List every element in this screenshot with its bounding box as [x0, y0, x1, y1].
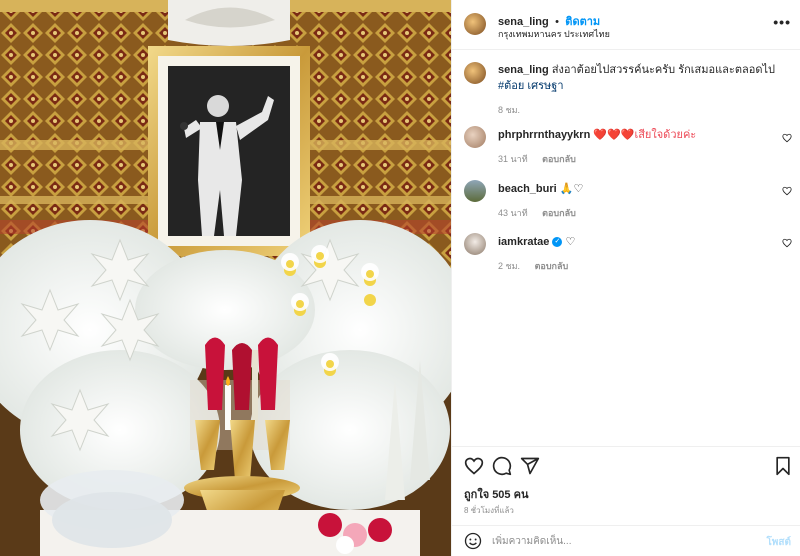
comment-username[interactable]: iamkratae — [498, 236, 549, 248]
post-actions: ถูกใจ 505 คน 8 ชั่วโมงที่แล้ว — [452, 446, 800, 531]
comment-meta: 2 ชม. ตอบกลับ — [498, 261, 569, 271]
comment-avatar[interactable] — [464, 180, 486, 202]
comment-text: ❤️❤️❤️เสียใจด้วยค่ะ — [593, 129, 697, 141]
post-header: sena_ling • ติดตาม กรุงเทพมหานคร ประเทศไ… — [452, 0, 800, 50]
comment-like-icon[interactable] — [782, 238, 792, 248]
reply-button[interactable]: ตอบกลับ — [542, 208, 576, 218]
comment-text: 🙏♡ — [559, 183, 584, 195]
comment-icon[interactable] — [492, 456, 512, 476]
memorial-altar-image — [0, 0, 451, 556]
comment-meta: 31 นาที ตอบกลับ — [498, 154, 576, 164]
post-caption: sena_ling ส่งอาต้อยไปสวรรค์นะครับ รักเสม… — [498, 62, 788, 118]
verified-badge-icon: ✓ — [552, 237, 563, 248]
emoji-icon[interactable] — [464, 532, 482, 550]
comment-item: phrphrrnthayykrn ❤️❤️❤️เสียใจด้วยค่ะ 31 … — [498, 128, 778, 166]
location-link[interactable]: กรุงเทพมหานคร ประเทศไทย — [498, 27, 610, 41]
comment-like-icon[interactable] — [782, 133, 792, 143]
reply-button[interactable]: ตอบกลับ — [542, 154, 576, 164]
caption-time: 8 ชม. — [498, 105, 521, 115]
comment-avatar[interactable] — [464, 233, 486, 255]
post-comment-button[interactable]: โพสต์ — [766, 535, 791, 550]
comment-avatar[interactable] — [464, 126, 486, 148]
reply-button[interactable]: ตอบกลับ — [535, 261, 569, 271]
bookmark-icon[interactable] — [773, 456, 793, 476]
comment-item: beach_buri 🙏♡ 43 นาที ตอบกลับ — [498, 182, 778, 220]
heart-icon[interactable] — [464, 456, 484, 476]
author-avatar[interactable] — [464, 13, 486, 35]
add-comment-bar: โพสต์ — [452, 525, 800, 556]
caption-text: ส่งอาต้อยไปสวรรค์นะครับ รักเสมอและตลอดไป — [551, 64, 775, 76]
comment-username[interactable]: phrphrrnthayykrn — [498, 129, 590, 141]
post-photo — [0, 0, 451, 556]
comment-input[interactable] — [492, 532, 742, 550]
post-side-panel: sena_ling • ติดตาม กรุงเทพมหานคร ประเทศไ… — [451, 0, 800, 556]
likes-count[interactable]: ถูกใจ 505 คน — [464, 485, 528, 503]
caption-hashtag[interactable]: #ต้อย เศรษฐา — [498, 80, 564, 92]
comment-text: ♡ — [565, 236, 576, 248]
comment-username[interactable]: beach_buri — [498, 183, 557, 195]
comment-like-icon[interactable] — [782, 186, 792, 196]
caption-avatar[interactable] — [464, 62, 486, 84]
comment-meta: 43 นาที ตอบกลับ — [498, 208, 576, 218]
comment-item: iamkratae ✓ ♡ 2 ชม. ตอบกลับ — [498, 235, 778, 273]
more-icon[interactable]: ••• — [773, 14, 791, 30]
post-timestamp: 8 ชั่วโมงที่แล้ว — [464, 506, 514, 515]
share-icon[interactable] — [520, 456, 540, 476]
caption-username[interactable]: sena_ling — [498, 64, 549, 76]
